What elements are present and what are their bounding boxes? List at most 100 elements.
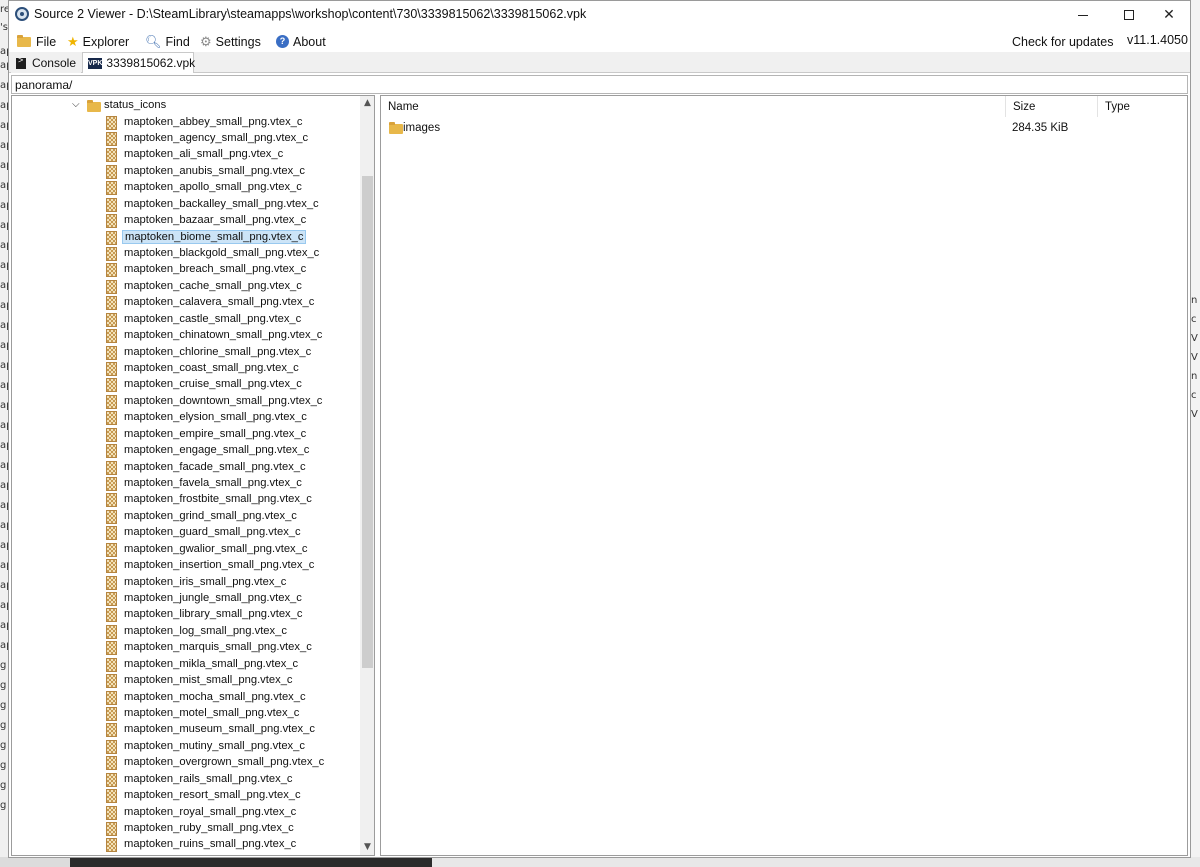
tree-file-item[interactable]: maptoken_downtown_small_png.vtex_c: [12, 394, 358, 410]
tree-folder-status-icons[interactable]: ⌵ status_icons: [12, 98, 358, 114]
minimize-button[interactable]: [1060, 1, 1106, 29]
tree-file-item[interactable]: maptoken_royal_small_png.vtex_c: [12, 805, 358, 821]
tree-file-item[interactable]: maptoken_biome_small_png.vtex_c: [12, 229, 358, 246]
tree-file-item[interactable]: maptoken_calavera_small_png.vtex_c: [12, 295, 358, 311]
tree-file-item[interactable]: maptoken_coast_small_png.vtex_c: [12, 361, 358, 377]
tree-file-label: maptoken_agency_small_png.vtex_c: [124, 131, 309, 144]
tree-file-item[interactable]: maptoken_facade_small_png.vtex_c: [12, 460, 358, 476]
menu-find[interactable]: 🔍︎ Find: [145, 33, 190, 50]
texture-file-icon: [106, 197, 117, 212]
folder-icon: [17, 34, 31, 47]
texture-file-icon: [106, 263, 117, 278]
tree-file-item[interactable]: maptoken_overgrown_small_png.vtex_c: [12, 755, 358, 771]
texture-file-icon: [106, 214, 117, 229]
folder-icon: [389, 122, 403, 134]
tree-file-label: maptoken_log_small_png.vtex_c: [124, 624, 287, 637]
tree-file-item[interactable]: maptoken_chinatown_small_png.vtex_c: [12, 328, 358, 344]
tree-file-label: maptoken_ruins_small_png.vtex_c: [124, 838, 297, 851]
tree-file-item[interactable]: maptoken_mist_small_png.vtex_c: [12, 673, 358, 689]
texture-file-icon: [106, 444, 117, 459]
tree-file-item[interactable]: maptoken_rails_small_png.vtex_c: [12, 772, 358, 788]
tree-file-item[interactable]: maptoken_library_small_png.vtex_c: [12, 607, 358, 623]
tree-file-label: maptoken_resort_small_png.vtex_c: [124, 789, 301, 802]
tree-file-label: maptoken_blackgold_small_png.vtex_c: [124, 246, 320, 259]
gear-icon: ⚙: [200, 33, 212, 49]
tree-file-item[interactable]: maptoken_gwalior_small_png.vtex_c: [12, 542, 358, 558]
tree-scrollbar[interactable]: ▲ ▼: [360, 96, 374, 855]
tree-file-label: maptoken_empire_small_png.vtex_c: [124, 427, 307, 440]
title-bar: Source 2 Viewer - D:\SteamLibrary\steama…: [9, 1, 1190, 29]
column-header-name[interactable]: Name: [381, 96, 1006, 117]
tree-file-item[interactable]: maptoken_log_small_png.vtex_c: [12, 624, 358, 640]
list-row-size: 284.35 KiB: [1012, 122, 1069, 134]
texture-file-icon: [106, 361, 117, 376]
tree-file-item[interactable]: maptoken_mutiny_small_png.vtex_c: [12, 739, 358, 755]
texture-file-icon: [106, 115, 117, 130]
column-header-type[interactable]: Type: [1098, 96, 1188, 117]
tree-file-item[interactable]: maptoken_mocha_small_png.vtex_c: [12, 690, 358, 706]
tree-file-item[interactable]: maptoken_jungle_small_png.vtex_c: [12, 591, 358, 607]
menu-file[interactable]: File: [17, 33, 56, 50]
tree-file-label: maptoken_ruby_small_png.vtex_c: [124, 821, 294, 834]
menu-explorer[interactable]: ★ Explorer: [67, 33, 129, 50]
menu-about[interactable]: ? About: [276, 33, 326, 50]
tree-file-item[interactable]: maptoken_breach_small_png.vtex_c: [12, 262, 358, 278]
source2viewer-app-icon: [15, 7, 29, 21]
tree-file-item[interactable]: maptoken_iris_small_png.vtex_c: [12, 575, 358, 591]
tree-file-item[interactable]: maptoken_insertion_small_png.vtex_c: [12, 558, 358, 574]
tree-file-item[interactable]: maptoken_guard_small_png.vtex_c: [12, 525, 358, 541]
texture-file-icon: [106, 756, 117, 771]
tree-file-label: maptoken_frostbite_small_png.vtex_c: [124, 493, 312, 506]
texture-file-icon: [106, 706, 117, 721]
tree-file-item[interactable]: maptoken_ruins_small_png.vtex_c: [12, 837, 358, 853]
texture-file-icon: [106, 296, 117, 311]
window-title: Source 2 Viewer - D:\SteamLibrary\steama…: [34, 7, 587, 21]
tree-file-item[interactable]: maptoken_backalley_small_png.vtex_c: [12, 197, 358, 213]
tree-file-item[interactable]: maptoken_grind_small_png.vtex_c: [12, 509, 358, 525]
path-input[interactable]: [12, 76, 1187, 93]
scroll-down-arrow-icon[interactable]: ▼: [360, 840, 374, 855]
tree-file-item[interactable]: maptoken_ruby_small_png.vtex_c: [12, 821, 358, 837]
tree-file-item[interactable]: maptoken_engage_small_png.vtex_c: [12, 443, 358, 459]
tree-file-label: maptoken_anubis_small_png.vtex_c: [124, 164, 305, 177]
tree-file-item[interactable]: maptoken_empire_small_png.vtex_c: [12, 427, 358, 443]
tree-file-item[interactable]: maptoken_chlorine_small_png.vtex_c: [12, 345, 358, 361]
tree-file-item[interactable]: maptoken_ali_small_png.vtex_c: [12, 147, 358, 163]
tree-file-item[interactable]: maptoken_resort_small_png.vtex_c: [12, 788, 358, 804]
tree-file-label: maptoken_abbey_small_png.vtex_c: [124, 115, 303, 128]
tree-file-item[interactable]: maptoken_marquis_small_png.vtex_c: [12, 640, 358, 656]
tree-file-item[interactable]: maptoken_motel_small_png.vtex_c: [12, 706, 358, 722]
tree-file-label: maptoken_bazaar_small_png.vtex_c: [124, 214, 307, 227]
tab-vpk[interactable]: VPK 3339815062.vpk: [82, 52, 195, 73]
tree-file-item[interactable]: maptoken_cruise_small_png.vtex_c: [12, 377, 358, 393]
close-button[interactable]: ✕: [1146, 1, 1192, 29]
tree-file-label: maptoken_royal_small_png.vtex_c: [124, 805, 297, 818]
tree-file-item[interactable]: maptoken_frostbite_small_png.vtex_c: [12, 492, 358, 508]
tree-file-item[interactable]: maptoken_blackgold_small_png.vtex_c: [12, 246, 358, 262]
tree-file-item[interactable]: maptoken_bazaar_small_png.vtex_c: [12, 213, 358, 229]
check-updates-button[interactable]: Check for updates: [1012, 33, 1113, 50]
tree-file-label: maptoken_guard_small_png.vtex_c: [124, 526, 301, 539]
tree-file-item[interactable]: maptoken_elysion_small_png.vtex_c: [12, 410, 358, 426]
tab-console[interactable]: Console: [11, 53, 81, 73]
tree-file-item[interactable]: maptoken_cache_small_png.vtex_c: [12, 279, 358, 295]
chevron-down-icon[interactable]: ⌵: [72, 99, 80, 110]
tree-file-item[interactable]: maptoken_anubis_small_png.vtex_c: [12, 164, 358, 180]
tab-strip: Console VPK 3339815062.vpk: [9, 52, 1190, 73]
tree-file-item[interactable]: maptoken_abbey_small_png.vtex_c: [12, 115, 358, 131]
menu-settings[interactable]: ⚙ Settings: [200, 33, 261, 50]
tree-file-item[interactable]: maptoken_agency_small_png.vtex_c: [12, 131, 358, 147]
list-row-name: images: [403, 122, 441, 134]
scroll-up-arrow-icon[interactable]: ▲: [360, 96, 374, 111]
tree-file-item[interactable]: maptoken_favela_small_png.vtex_c: [12, 476, 358, 492]
tree-file-label: maptoken_cache_small_png.vtex_c: [124, 279, 302, 292]
column-header-size[interactable]: Size: [1006, 96, 1098, 117]
tree-file-item[interactable]: maptoken_mikla_small_png.vtex_c: [12, 657, 358, 673]
tree-file-item[interactable]: maptoken_apollo_small_png.vtex_c: [12, 180, 358, 196]
texture-file-icon: [106, 641, 117, 656]
texture-file-icon: [106, 394, 117, 409]
list-row[interactable]: images 284.35 KiB: [381, 120, 1187, 137]
tree-file-item[interactable]: maptoken_castle_small_png.vtex_c: [12, 312, 358, 328]
tree-file-item[interactable]: maptoken_museum_small_png.vtex_c: [12, 722, 358, 738]
scrollbar-thumb[interactable]: [362, 176, 373, 668]
